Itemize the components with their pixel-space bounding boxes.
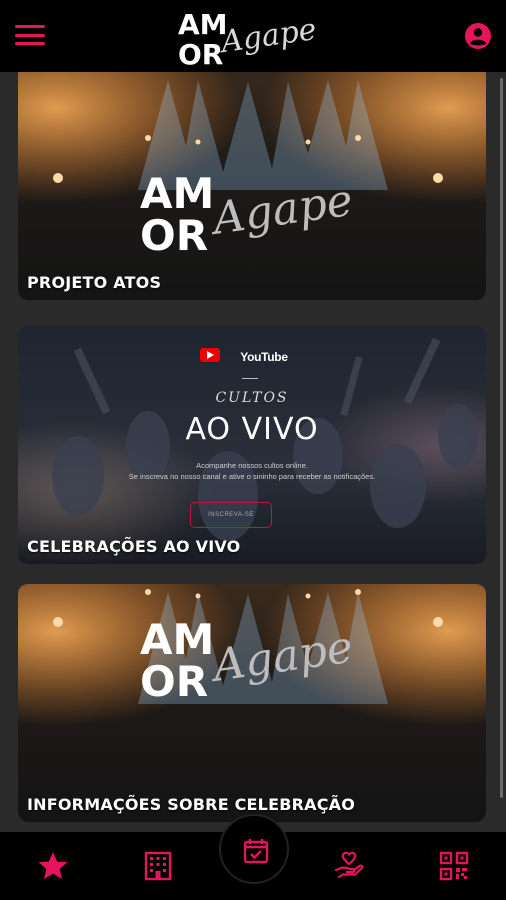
youtube-description: Acompanhe nossos cultos online. Se inscr… — [18, 460, 486, 482]
amor-agape-logo: AM OR Agape — [178, 8, 319, 68]
ao-vivo-label: AO VIVO — [185, 412, 319, 447]
card-celebracoes-ao-vivo[interactable]: YouTube CULTOS AO VIVO Acompanhe nossos … — [18, 326, 486, 564]
app-screen: AM OR Agape AM OR Agape PROJETO ATOS You… — [0, 0, 506, 900]
description-line-2: Se inscreva no nosso canal e ative o sin… — [128, 472, 376, 481]
subscribe-button[interactable]: INSCREVA-SE — [190, 502, 272, 528]
qr-code-icon[interactable] — [438, 850, 470, 882]
bottom-navigation — [0, 814, 506, 900]
scrollbar[interactable] — [500, 78, 503, 798]
stage-lights-image: AM OR Agape — [18, 72, 486, 300]
youtube-label: YouTube — [240, 350, 288, 364]
card-informacoes-celebracao[interactable]: AM OR Agape INFORMAÇÕES SOBRE CELEBRAÇÃO — [18, 584, 486, 822]
hamburger-menu-icon[interactable] — [14, 22, 46, 48]
top-app-bar: AM OR Agape — [0, 0, 506, 72]
description-line-1: Acompanhe nossos cultos online. — [196, 461, 308, 470]
calendar-check-icon — [243, 839, 269, 864]
svg-text:OR: OR — [140, 211, 208, 260]
calendar-nav-button[interactable] — [219, 814, 289, 884]
logo-script-agape: Agape — [216, 12, 319, 60]
svg-text:OR: OR — [140, 657, 208, 706]
card-title: CELEBRAÇÕES AO VIVO — [27, 537, 241, 556]
card-projeto-atos[interactable]: AM OR Agape PROJETO ATOS — [18, 72, 486, 300]
cultos-label: CULTOS — [215, 390, 289, 406]
card-title: PROJETO ATOS — [27, 273, 162, 292]
building-icon[interactable] — [142, 850, 174, 882]
logo-word-or: OR — [178, 38, 223, 68]
hand-heart-icon[interactable] — [333, 850, 365, 882]
star-icon[interactable] — [37, 850, 69, 882]
card-list: AM OR Agape PROJETO ATOS YouTube CULTOS … — [0, 72, 506, 832]
stage-lights-image: AM OR Agape — [18, 584, 486, 822]
card-title: INFORMAÇÕES SOBRE CELEBRAÇÃO — [27, 795, 356, 814]
account-circle-icon[interactable] — [464, 22, 492, 50]
